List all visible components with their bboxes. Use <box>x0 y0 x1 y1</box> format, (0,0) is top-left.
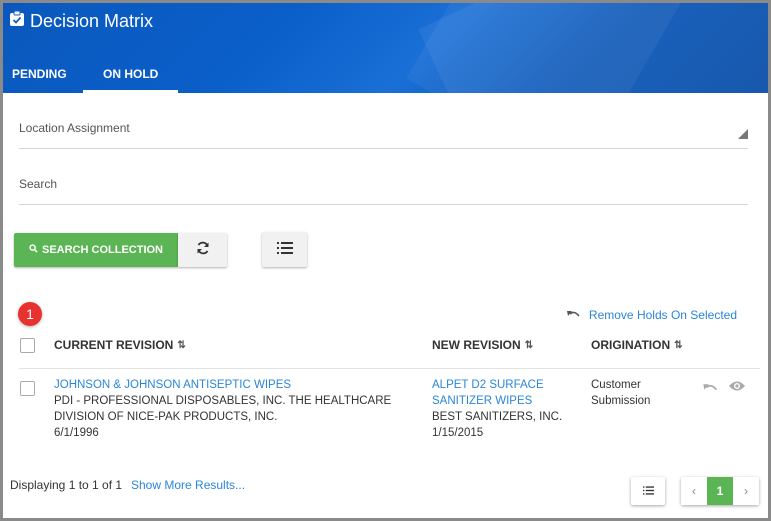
refresh-button[interactable] <box>178 233 227 267</box>
location-assignment-label: Location Assignment <box>19 121 130 135</box>
current-company-line2: DIVISION OF NICE-PAK PRODUCTS, INC. <box>54 411 278 423</box>
list-icon <box>642 482 654 500</box>
sort-icon: ⇅ <box>177 339 186 351</box>
app-header: Decision Matrix PENDING ON HOLD <box>3 3 768 93</box>
app-title-text: Decision Matrix <box>30 10 154 31</box>
list-icon <box>276 241 293 259</box>
clipboard-check-icon <box>9 10 30 32</box>
remove-holds-label: Remove Holds On Selected <box>588 308 737 322</box>
column-header-origination[interactable]: ORIGINATION ⇅ <box>591 338 683 352</box>
tab-on-hold[interactable]: ON HOLD <box>83 58 179 93</box>
app-title: Decision Matrix <box>9 10 153 32</box>
remove-holds-button[interactable]: Remove Holds On Selected <box>566 308 737 322</box>
new-company: BEST SANITIZERS, INC. <box>432 411 563 423</box>
current-date: 6/1/1996 <box>54 427 99 439</box>
current-revision-cell: JOHNSON & JOHNSON ANTISEPTIC WIPES PDI -… <box>54 377 391 441</box>
current-company-line1: PDI - PROFESSIONAL DISPOSABLES, INC. THE… <box>54 395 392 407</box>
search-collection-button[interactable]: SEARCH COLLECTION <box>14 233 178 267</box>
tab-pending[interactable]: PENDING <box>3 58 83 93</box>
location-assignment-select[interactable]: Location Assignment <box>19 121 748 149</box>
search-label: Search <box>19 177 58 191</box>
refresh-icon <box>195 240 211 261</box>
new-revision-link[interactable]: ALPET D2 SURFACE SANITIZER WIPES <box>432 377 562 409</box>
search-collection-label: SEARCH COLLECTION <box>42 244 163 256</box>
app-window: Decision Matrix PENDING ON HOLD Location… <box>0 0 771 521</box>
sort-icon: ⇅ <box>524 339 534 351</box>
current-revision-link[interactable]: JOHNSON & JOHNSON ANTISEPTIC WIPES <box>54 377 391 393</box>
pagination: ‹ 1 › <box>681 477 759 505</box>
row-checkbox[interactable] <box>20 381 35 396</box>
new-revision-cell: ALPET D2 SURFACE SANITIZER WIPES BEST SA… <box>432 377 562 441</box>
list-view-button[interactable] <box>262 232 307 267</box>
page-size-button[interactable] <box>631 477 665 505</box>
header-divider <box>19 368 760 369</box>
sort-icon: ⇅ <box>674 339 683 351</box>
prev-page-button[interactable]: ‹ <box>681 477 707 505</box>
results-count: Displaying 1 to 1 of 1 <box>10 478 123 492</box>
new-date: 1/15/2015 <box>432 427 484 439</box>
column-header-new-revision[interactable]: NEW REVISION ⇅ <box>432 338 533 352</box>
annotation-badge: 1 <box>18 302 42 326</box>
eye-icon[interactable] <box>728 379 746 397</box>
tab-bar: PENDING ON HOLD <box>3 58 179 93</box>
search-icon <box>29 244 42 256</box>
next-page-button[interactable]: › <box>733 477 759 505</box>
show-more-link[interactable]: Show More Results... <box>131 478 245 492</box>
search-input[interactable]: Search <box>19 177 748 205</box>
origination-cell: Customer Submission <box>591 379 651 407</box>
select-all-checkbox[interactable] <box>20 338 35 353</box>
undo-icon <box>566 308 589 322</box>
current-page-button[interactable]: 1 <box>707 477 733 505</box>
column-header-current-revision[interactable]: CURRENT REVISION ⇅ <box>54 338 186 352</box>
dropdown-arrow-icon <box>738 129 748 139</box>
row-undo-icon[interactable] <box>703 380 719 398</box>
